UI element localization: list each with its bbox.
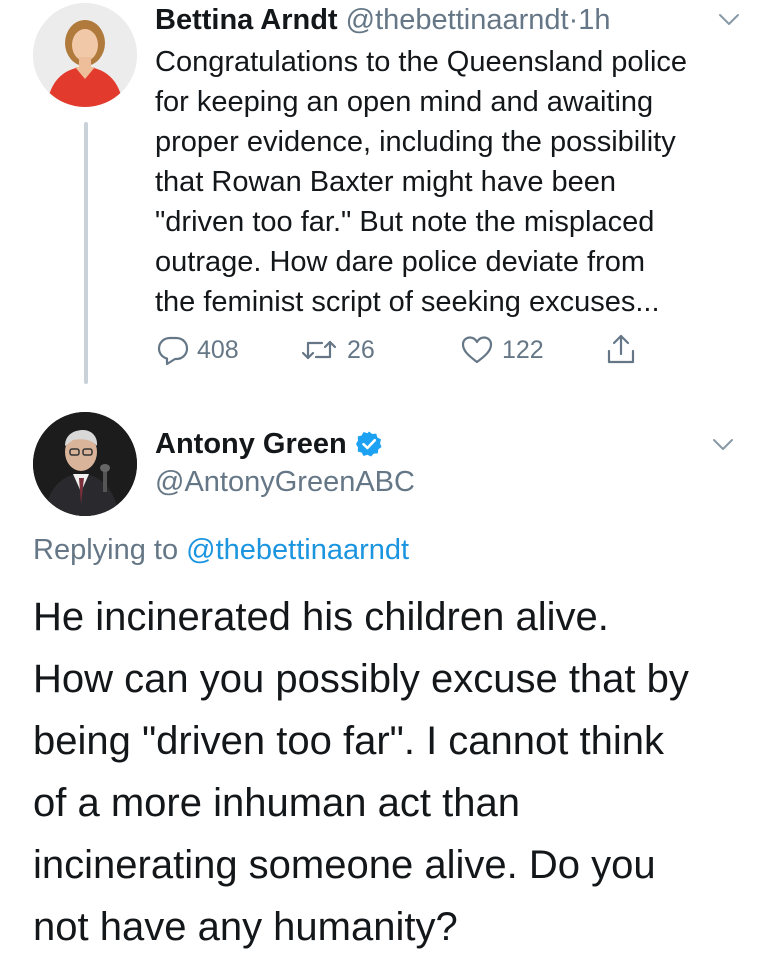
tweet-bettina-arndt[interactable]: Bettina Arndt @thebettinaarndt·1h Congra… <box>0 0 764 400</box>
replying-prefix: Replying to <box>33 534 179 566</box>
heart-icon <box>461 336 493 364</box>
reply-button[interactable]: 408 <box>157 330 239 370</box>
share-icon <box>607 334 635 364</box>
tweet1-header: Bettina Arndt @thebettinaarndt·1h <box>155 0 611 40</box>
retweet-button[interactable]: 26 <box>299 330 375 370</box>
verified-badge-icon <box>355 431 382 457</box>
avatar-bettina-arndt-image <box>33 3 137 107</box>
reply-bubble-icon <box>157 336 189 366</box>
chevron-down-icon[interactable] <box>712 438 734 452</box>
replying-to-mention[interactable]: @thebettinaarndt <box>186 534 409 566</box>
retweet-count: 26 <box>347 335 375 364</box>
like-count: 122 <box>502 335 544 364</box>
like-button[interactable]: 122 <box>460 330 544 370</box>
tweet-timestamp[interactable]: 1h <box>578 4 610 36</box>
avatar-antony-green[interactable] <box>33 412 137 516</box>
chevron-down-icon[interactable] <box>718 13 740 27</box>
author-name[interactable]: Antony Green <box>155 424 347 464</box>
retweet-icon <box>301 340 337 360</box>
author-name[interactable]: Bettina Arndt <box>155 4 338 36</box>
author-handle[interactable]: @thebettinaarndt <box>346 4 569 36</box>
tweet2-name-row: Antony Green <box>155 424 383 464</box>
header-separator: · <box>568 4 579 36</box>
tweet-text: Congratulations to the Queensland police… <box>155 46 688 318</box>
tweet-text: He incinerated his children alive. How c… <box>33 595 689 949</box>
avatar-antony-green-image <box>33 412 137 516</box>
tweet-actions: 408 26 122 <box>0 330 764 370</box>
reply-count: 408 <box>197 335 239 364</box>
avatar-bettina-arndt[interactable] <box>33 3 137 107</box>
author-handle[interactable]: @AntonyGreenABC <box>155 462 415 502</box>
share-button[interactable] <box>605 330 637 370</box>
replying-to-line: Replying to @thebettinaarndt <box>33 530 409 570</box>
